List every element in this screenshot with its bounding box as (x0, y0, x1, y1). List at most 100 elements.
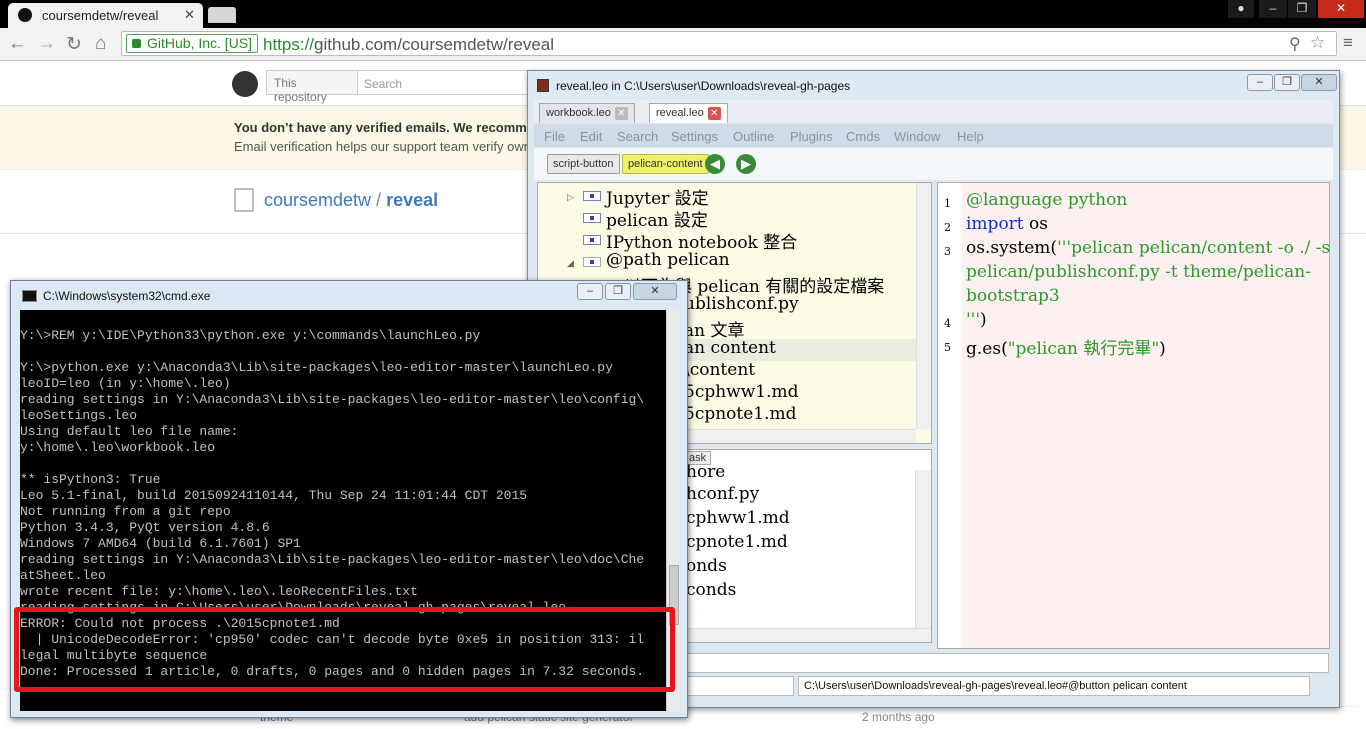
console-line: y:\home\.leo\workbook.leo (20, 440, 216, 455)
menu-window[interactable]: Window (894, 129, 940, 144)
repo-name-link[interactable]: reveal (386, 190, 438, 210)
body-editor-pane[interactable]: 1 @language python 2 import os 3 os.syst… (937, 182, 1330, 649)
console-line: ** isPython3: True (20, 472, 161, 487)
banner-headline: You don’t have any verified emails. We r… (234, 120, 527, 135)
go-back-icon[interactable]: ◀ (705, 154, 725, 174)
console-line: Using default leo file name: (20, 424, 239, 439)
code-text: ) (980, 310, 987, 330)
menu-search[interactable]: Search (617, 129, 658, 144)
menu-help[interactable]: Help (957, 129, 984, 144)
tab-label: reveal.leo (656, 107, 704, 119)
repo-owner-link[interactable]: coursemdetw (264, 190, 371, 210)
maximize-button[interactable]: ❐ (1288, 0, 1316, 18)
banner-text: Email verification helps our support tea… (234, 139, 531, 154)
outline-node[interactable]: 5cphww1.md (684, 382, 799, 402)
node-icon (583, 235, 601, 245)
log-item: conds (686, 580, 737, 600)
minimize-button[interactable]: – (1259, 0, 1287, 18)
zoom-icon[interactable]: ⚲ (1289, 34, 1301, 54)
repo-book-icon (234, 188, 254, 212)
node-icon (583, 191, 601, 201)
leo-minimize-button[interactable]: – (1247, 74, 1273, 91)
log-item: onds (686, 556, 727, 576)
code-line[interactable]: ''') (966, 310, 987, 330)
menu-plugins[interactable]: Plugins (790, 129, 833, 144)
cmd-maximize-button[interactable]: ❐ (605, 283, 631, 300)
address-bar[interactable]: GitHub, Inc. [US] https://github.com/cou… (121, 31, 1337, 56)
window-close-button[interactable]: ✕ (1318, 0, 1364, 18)
cmd-minimize-button[interactable]: – (577, 283, 603, 300)
leo-close-button[interactable]: ✕ (1301, 74, 1337, 91)
outline-node[interactable]: 5cpnote1.md (684, 404, 797, 424)
code-line[interactable]: bootstrap3 (966, 286, 1060, 306)
line-number: 5 (944, 341, 951, 354)
code-text: os (1023, 214, 1049, 234)
outline-node-selected[interactable]: an content (684, 338, 776, 358)
back-icon[interactable]: ← (8, 33, 27, 55)
line-number: 2 (944, 221, 951, 234)
code-line[interactable]: @language python (966, 190, 1127, 210)
tab-workbook[interactable]: workbook.leo ✕ (539, 103, 635, 123)
line-number: 3 (944, 245, 951, 258)
url-scheme: https:// (263, 35, 315, 54)
leo-titlebar[interactable]: reveal.leo in C:\Users\user\Downloads\re… (528, 71, 1339, 99)
leo-button-bar: script-button pelican-content ◀ ▶ (534, 148, 1333, 180)
error-highlight-box (14, 607, 675, 692)
script-button[interactable]: script-button (547, 154, 620, 174)
console-line: Not running from a git repo (20, 504, 231, 519)
cmd-window-title: C:\Windows\system32\cmd.exe (43, 289, 211, 303)
log-item: cpnote1.md (686, 532, 788, 552)
bookmark-star-icon[interactable]: ☆ (1310, 33, 1325, 53)
code-line[interactable]: import os (966, 214, 1048, 234)
leo-file-tabs: workbook.leo ✕ reveal.leo ✕ (534, 100, 1333, 123)
menu-edit[interactable]: Edit (580, 129, 602, 144)
tab-close-icon[interactable]: ✕ (184, 7, 195, 23)
browser-tab-active[interactable]: coursemdetw/reveal ✕ (8, 3, 203, 28)
cmd-window: C:\Windows\system32\cmd.exe – ❐ ✕ Y:\>RE… (10, 280, 688, 718)
tab-reveal[interactable]: reveal.leo ✕ (649, 103, 728, 123)
url-text[interactable]: https://github.com/coursemdetw/reveal (263, 35, 554, 55)
forward-icon[interactable]: → (37, 33, 56, 55)
collapse-arrow-icon[interactable]: ◢ (567, 258, 574, 269)
node-icon (583, 213, 601, 223)
chrome-menu-icon[interactable]: ≡ (1343, 33, 1353, 53)
console-line: atSheet.leo (20, 568, 106, 583)
ev-certificate-badge[interactable]: GitHub, Inc. [US] (126, 34, 259, 53)
cmd-app-icon (22, 290, 37, 302)
outline-node[interactable]: \content (684, 360, 755, 380)
new-tab-button[interactable] (208, 7, 236, 23)
code-line[interactable]: pelican/publishconf.py -t theme/pelican- (966, 262, 1311, 282)
code-text: ) (1159, 339, 1166, 359)
expand-arrow-icon[interactable]: ▷ (567, 192, 574, 203)
search-scope-label: This repository (266, 70, 358, 104)
reload-icon[interactable]: ↻ (66, 33, 82, 56)
status-path: C:\Users\user\Downloads\reveal-gh-pages\… (798, 676, 1310, 696)
menu-file[interactable]: File (544, 129, 565, 144)
tab-close-icon[interactable]: ✕ (614, 107, 628, 120)
github-logo-icon[interactable] (232, 71, 258, 97)
console-line: Python 3.4.3, PyQt version 4.8.6 (20, 520, 270, 535)
leo-maximize-button[interactable]: ❐ (1274, 74, 1300, 91)
github-search-input[interactable]: Search (358, 70, 538, 95)
console-line: Y:\>python.exe y:\Anaconda3\Lib\site-pac… (20, 360, 613, 375)
code-line[interactable]: os.system('''pelican pelican/content -o … (966, 238, 1330, 258)
outline-node[interactable]: @path pelican (606, 250, 730, 270)
log-item: hore (686, 462, 726, 482)
repo-separator: / (371, 190, 387, 210)
outline-node[interactable]: ublishconf.py (684, 294, 799, 314)
cmd-close-button[interactable]: ✕ (633, 283, 677, 300)
outline-vertical-scrollbar[interactable] (916, 183, 931, 429)
menu-outline[interactable]: Outline (733, 129, 774, 144)
menu-settings[interactable]: Settings (671, 129, 718, 144)
go-forward-icon[interactable]: ▶ (736, 154, 756, 174)
log-vertical-scrollbar[interactable] (915, 470, 931, 630)
string-literal: "pelican 執行完畢" (1007, 339, 1160, 359)
user-profile-icon[interactable]: ● (1228, 0, 1254, 18)
home-icon[interactable]: ⌂ (95, 33, 106, 55)
menu-cmds[interactable]: Cmds (846, 129, 880, 144)
browser-tabstrip: coursemdetw/reveal ✕ ● – ❐ ✕ (0, 0, 1366, 28)
code-line[interactable]: g.es("pelican 執行完畢") (966, 334, 1166, 359)
pelican-content-button[interactable]: pelican-content (622, 154, 709, 174)
tab-close-icon[interactable]: ✕ (707, 107, 721, 120)
